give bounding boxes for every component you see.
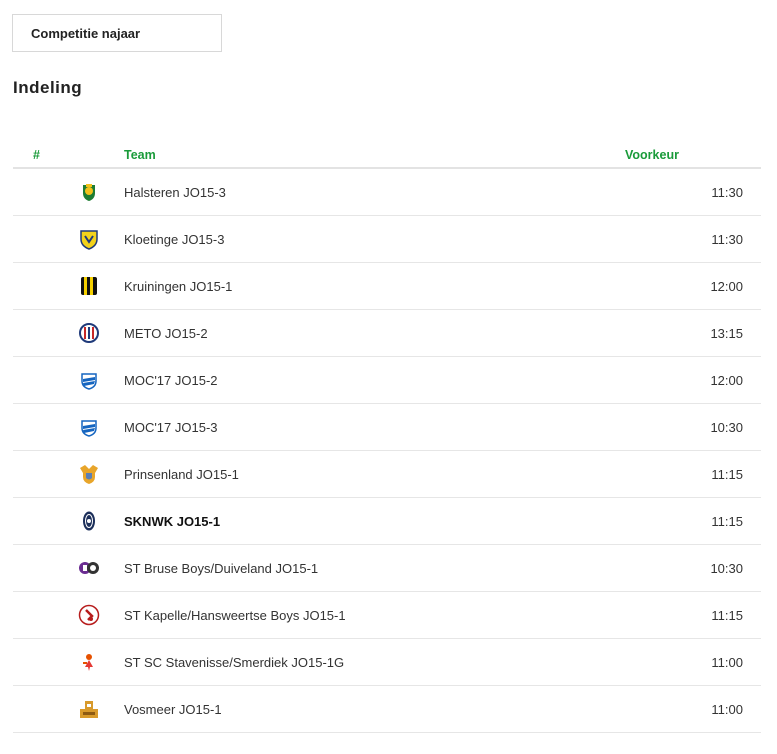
st-stavenisse-smerdiek-crest-icon — [78, 651, 100, 673]
team-name[interactable]: MOC'17 JO15-2 — [124, 373, 218, 388]
preference-time: 10:30 — [710, 561, 743, 576]
table-row[interactable]: Vosmeer JO15-1 11:00 — [13, 686, 761, 733]
st-bruse-boys-duiveland-crest-icon — [78, 557, 100, 579]
table-row[interactable]: Halsteren JO15-3 11:30 — [13, 169, 761, 216]
section-title: Indeling — [13, 78, 83, 97]
moc17-crest-icon — [78, 369, 100, 391]
preference-time: 11:30 — [711, 185, 743, 200]
preference-time: 11:15 — [711, 608, 743, 623]
table-row[interactable]: MOC'17 JO15-3 10:30 — [13, 404, 761, 451]
st-kapelle-hansweertse-crest-icon — [78, 604, 100, 626]
halsteren-crest-icon — [78, 181, 100, 203]
preference-time: 12:00 — [710, 279, 743, 294]
table-row[interactable]: Kloetinge JO15-3 11:30 — [13, 216, 761, 263]
table-row[interactable]: ST SC Stavenisse/Smerdiek JO15-1G 11:00 — [13, 639, 761, 686]
header-number[interactable]: # — [33, 148, 40, 162]
team-name[interactable]: MOC'17 JO15-3 — [124, 420, 218, 435]
preference-time: 11:15 — [711, 467, 743, 482]
table-row[interactable]: SKNWK JO15-1 11:15 — [13, 498, 761, 545]
table-row[interactable]: MOC'17 JO15-2 12:00 — [13, 357, 761, 404]
standings-table: # Team Voorkeur Halsteren JO15-3 11:30 K… — [13, 138, 761, 733]
header-preference[interactable]: Voorkeur — [625, 148, 679, 162]
team-name[interactable]: Kloetinge JO15-3 — [124, 232, 224, 247]
preference-time: 11:00 — [711, 655, 743, 670]
table-header: # Team Voorkeur — [13, 138, 761, 169]
team-name[interactable]: ST Kapelle/Hansweertse Boys JO15-1 — [124, 608, 346, 623]
preference-time: 12:00 — [710, 373, 743, 388]
kloetinge-crest-icon — [78, 228, 100, 250]
competition-selector-label: Competitie najaar — [31, 25, 141, 41]
preference-time: 10:30 — [710, 420, 743, 435]
team-name[interactable]: ST SC Stavenisse/Smerdiek JO15-1G — [124, 655, 344, 670]
kruiningen-crest-icon — [78, 275, 100, 297]
table-row[interactable]: ST Bruse Boys/Duiveland JO15-1 10:30 — [13, 545, 761, 592]
table-row[interactable]: Kruiningen JO15-1 12:00 — [13, 263, 761, 310]
team-name[interactable]: SKNWK JO15-1 — [124, 514, 220, 529]
prinsenland-crest-icon — [78, 463, 100, 485]
moc17-crest-icon — [78, 416, 100, 438]
vosmeer-crest-icon — [78, 698, 100, 720]
team-name[interactable]: Kruiningen JO15-1 — [124, 279, 232, 294]
team-name[interactable]: Vosmeer JO15-1 — [124, 702, 222, 717]
preference-time: 11:15 — [711, 514, 743, 529]
table-row[interactable]: METO JO15-2 13:15 — [13, 310, 761, 357]
header-team[interactable]: Team — [124, 148, 156, 162]
meto-crest-icon — [78, 322, 100, 344]
sknwk-crest-icon — [78, 510, 100, 532]
team-name[interactable]: ST Bruse Boys/Duiveland JO15-1 — [124, 561, 318, 576]
preference-time: 13:15 — [710, 326, 743, 341]
table-row[interactable]: Prinsenland JO15-1 11:15 — [13, 451, 761, 498]
competition-selector[interactable]: Competitie najaar — [12, 14, 222, 52]
team-name[interactable]: METO JO15-2 — [124, 326, 208, 341]
table-row[interactable]: ST Kapelle/Hansweertse Boys JO15-1 11:15 — [13, 592, 761, 639]
team-name[interactable]: Prinsenland JO15-1 — [124, 467, 239, 482]
preference-time: 11:00 — [711, 702, 743, 717]
preference-time: 11:30 — [711, 232, 743, 247]
team-name[interactable]: Halsteren JO15-3 — [124, 185, 226, 200]
